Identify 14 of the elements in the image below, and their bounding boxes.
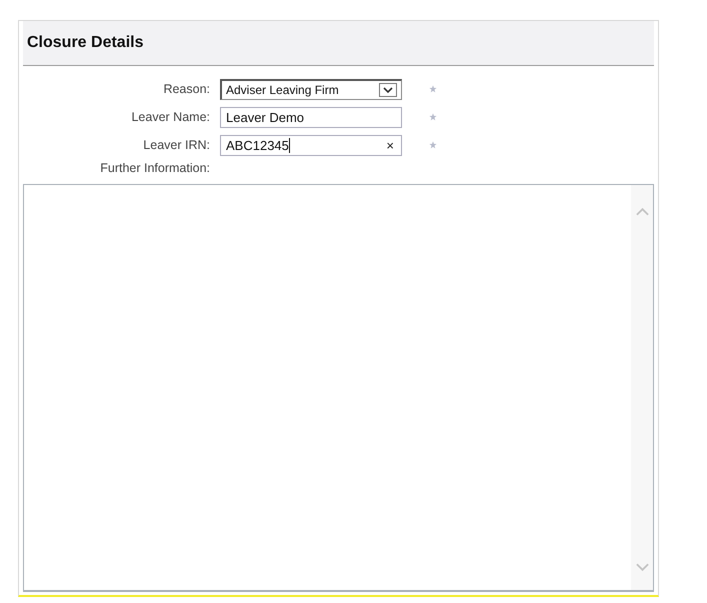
field-label: Reason: — [162, 82, 211, 96]
text-area[interactable] — [23, 184, 654, 592]
panel-title: Closure Details — [27, 34, 144, 52]
scroll-down-icon[interactable] — [636, 563, 648, 572]
scroll-up-icon[interactable] — [636, 207, 648, 216]
caret-icon[interactable] — [379, 82, 397, 96]
reason-dropdown[interactable]: Adviser Leaving Firm — [220, 78, 402, 100]
text-field[interactable]: Leaver Demo — [220, 106, 402, 128]
clear-button[interactable]: × — [384, 138, 396, 152]
scrollbar[interactable] — [631, 185, 653, 590]
text-field[interactable]: ABC12345 × — [220, 134, 402, 156]
field-label: Further Information: — [99, 161, 211, 175]
field-label: Leaver Name: — [130, 110, 211, 124]
field-label: Leaver IRN: — [142, 138, 211, 152]
